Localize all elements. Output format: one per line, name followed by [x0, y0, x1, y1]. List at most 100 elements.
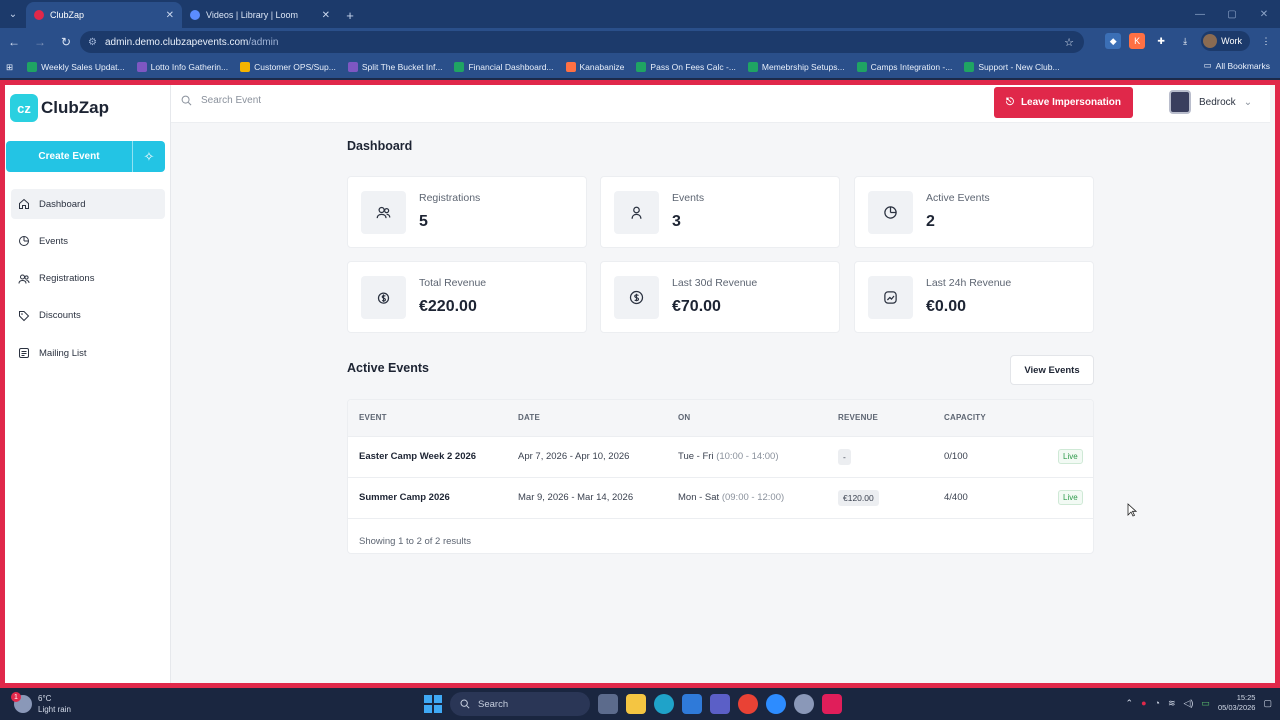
stat-value: €0.00 [926, 298, 967, 315]
stat-card-active-events: Active Events 2 [854, 176, 1094, 248]
address-bar[interactable]: ⚙ admin.demo.clubzapevents.com/admin ☆ [80, 31, 1084, 53]
column-header-capacity[interactable]: CAPACITY [944, 413, 986, 422]
bookmark-item[interactable]: Pass On Fees Calc -... [636, 62, 736, 72]
slack-icon[interactable] [822, 694, 842, 714]
all-bookmarks-button[interactable]: ▭ All Bookmarks [1204, 60, 1270, 71]
menu-kebab-icon[interactable]: ⋮ [1258, 33, 1274, 49]
teams-icon[interactable] [710, 694, 730, 714]
drive-icon [240, 62, 251, 72]
notifications-icon[interactable]: ▢ [1263, 698, 1272, 709]
network-icon[interactable]: ◔ [1155, 698, 1160, 708]
file-explorer-icon[interactable] [626, 694, 646, 714]
volume-icon[interactable]: ◁) [1184, 698, 1194, 709]
bookmark-item[interactable]: Split The Bucket Inf... [347, 62, 443, 72]
bookmarks-bar: ⊞ Weekly Sales Updat... Lotto Info Gathe… [0, 56, 1280, 78]
chevron-up-icon[interactable]: ⌃ [1126, 698, 1134, 709]
bookmark-label: Memebrship Setups... [761, 62, 845, 72]
new-tab-button[interactable]: + [338, 2, 362, 28]
bookmark-item[interactable]: Financial Dashboard... [454, 62, 554, 72]
weather-widget[interactable]: 1 6°C Light rain [11, 692, 71, 715]
create-event-button[interactable]: Create Event ✧ [6, 141, 165, 172]
sidebar-item-registrations[interactable]: Registrations [11, 264, 165, 294]
back-icon[interactable]: ← [2, 30, 26, 54]
all-bookmarks-label: All Bookmarks [1215, 60, 1270, 71]
settings-icon[interactable] [794, 694, 814, 714]
event-schedule: Mon - Sat (09:00 - 12:00) [678, 492, 784, 503]
clubzap-favicon-icon [34, 10, 44, 20]
column-header-on[interactable]: ON [678, 413, 690, 422]
download-icon[interactable]: ⤓ [1177, 33, 1193, 49]
stat-card-events: Events 3 [600, 176, 840, 248]
maximize-icon[interactable]: ▢ [1216, 0, 1248, 28]
extension-icon[interactable]: ◆ [1105, 33, 1122, 49]
bookmark-item[interactable]: Kanabanize [565, 62, 625, 72]
taskbar-apps: Search [424, 692, 842, 716]
bookmark-label: Lotto Info Gatherin... [150, 62, 229, 72]
table-row[interactable]: Summer Camp 2026 Mar 9, 2026 - Mar 14, 2… [348, 478, 1093, 519]
column-header-revenue[interactable]: REVENUE [838, 413, 878, 422]
event-name[interactable]: Summer Camp 2026 [359, 492, 450, 503]
bookmark-item[interactable]: Memebrship Setups... [747, 62, 845, 72]
search-event[interactable]: Search Event [181, 95, 261, 106]
view-events-button[interactable]: View Events [1010, 355, 1094, 385]
bookmark-item[interactable]: Customer OPS/Sup... [240, 62, 336, 72]
tab-search-button[interactable]: ⌄ [0, 0, 26, 28]
sidebar-item-events[interactable]: Events [11, 226, 165, 256]
bookmark-item[interactable]: Weekly Sales Updat... [27, 62, 125, 72]
bookmark-item[interactable]: Camps Integration -... [856, 62, 952, 72]
stat-value: 5 [419, 213, 428, 230]
browser-tab-loom[interactable]: Videos | Library | Loom ✕ [182, 2, 338, 28]
task-view-icon[interactable] [598, 694, 618, 714]
status-badge: Live [1058, 449, 1083, 464]
clock[interactable]: 15:25 05/03/2026 [1218, 693, 1256, 713]
event-name[interactable]: Easter Camp Week 2 2026 [359, 451, 476, 462]
leave-impersonation-button[interactable]: ⎋ Leave Impersonation [994, 87, 1133, 118]
table-row[interactable]: Easter Camp Week 2 2026 Apr 7, 2026 - Ap… [348, 437, 1093, 478]
zoom-icon[interactable] [766, 694, 786, 714]
event-schedule: Tue - Fri (10:00 - 14:00) [678, 451, 779, 462]
minimize-icon[interactable]: — [1184, 0, 1216, 28]
mouse-cursor-icon [1127, 503, 1137, 517]
sidebar-item-discounts[interactable]: Discounts [11, 301, 165, 331]
column-header-date[interactable]: DATE [518, 413, 540, 422]
sidebar-item-label: Mailing List [39, 347, 87, 359]
sidebar-item-label: Events [39, 235, 69, 247]
site-info-icon[interactable]: ⚙ [88, 37, 97, 48]
clubzap-logo[interactable]: cz ClubZap [10, 94, 109, 122]
editor-icon[interactable] [682, 694, 702, 714]
profile-button[interactable]: Work [1201, 31, 1250, 51]
taskbar-search[interactable]: Search [450, 692, 590, 716]
organisation-name: Bedrock [1199, 96, 1236, 108]
close-tab-icon[interactable]: ✕ [166, 10, 174, 21]
bookmark-label: Split The Bucket Inf... [361, 62, 443, 72]
browser-tab-clubzap[interactable]: ClubZap ✕ [26, 2, 182, 28]
bookmark-item[interactable]: Support - New Club... [964, 62, 1060, 72]
window-controls: — ▢ ✕ [1184, 0, 1280, 28]
apps-grid-icon[interactable]: ⊞ [6, 62, 13, 73]
ai-sparkle-icon[interactable]: ✧ [132, 141, 165, 172]
chrome-icon[interactable] [738, 694, 758, 714]
bookmark-item[interactable]: Lotto Info Gatherin... [136, 62, 229, 72]
battery-icon[interactable]: ▭ [1201, 698, 1210, 709]
windows-start-icon[interactable] [424, 695, 442, 713]
edge-icon[interactable] [654, 694, 674, 714]
sidebar-item-mailing-list[interactable]: Mailing List [11, 338, 165, 368]
bookmark-label: Kanabanize [579, 62, 625, 72]
list-icon [19, 348, 29, 359]
search-input[interactable]: Search Event [201, 95, 261, 106]
organisation-switcher[interactable]: Bedrock ⌄ [1169, 90, 1252, 114]
wifi-icon[interactable]: ≋ [1168, 698, 1176, 709]
sidebar-item-dashboard[interactable]: Dashboard [11, 189, 165, 219]
bookmark-star-icon[interactable]: ☆ [1064, 36, 1074, 49]
table-header: EVENT DATE ON REVENUE CAPACITY [348, 400, 1093, 437]
close-window-icon[interactable]: ✕ [1248, 0, 1280, 28]
extensions-puzzle-icon[interactable]: ✚ [1153, 33, 1169, 49]
extension-icon[interactable]: K [1129, 33, 1146, 49]
tray-app-icon[interactable]: ● [1141, 698, 1146, 708]
close-tab-icon[interactable]: ✕ [322, 10, 330, 21]
forward-icon[interactable]: → [28, 30, 52, 54]
leave-impersonation-label: Leave Impersonation [1020, 97, 1121, 108]
tag-icon [19, 310, 30, 322]
column-header-event[interactable]: EVENT [359, 413, 387, 422]
reload-icon[interactable]: ↻ [54, 30, 78, 54]
